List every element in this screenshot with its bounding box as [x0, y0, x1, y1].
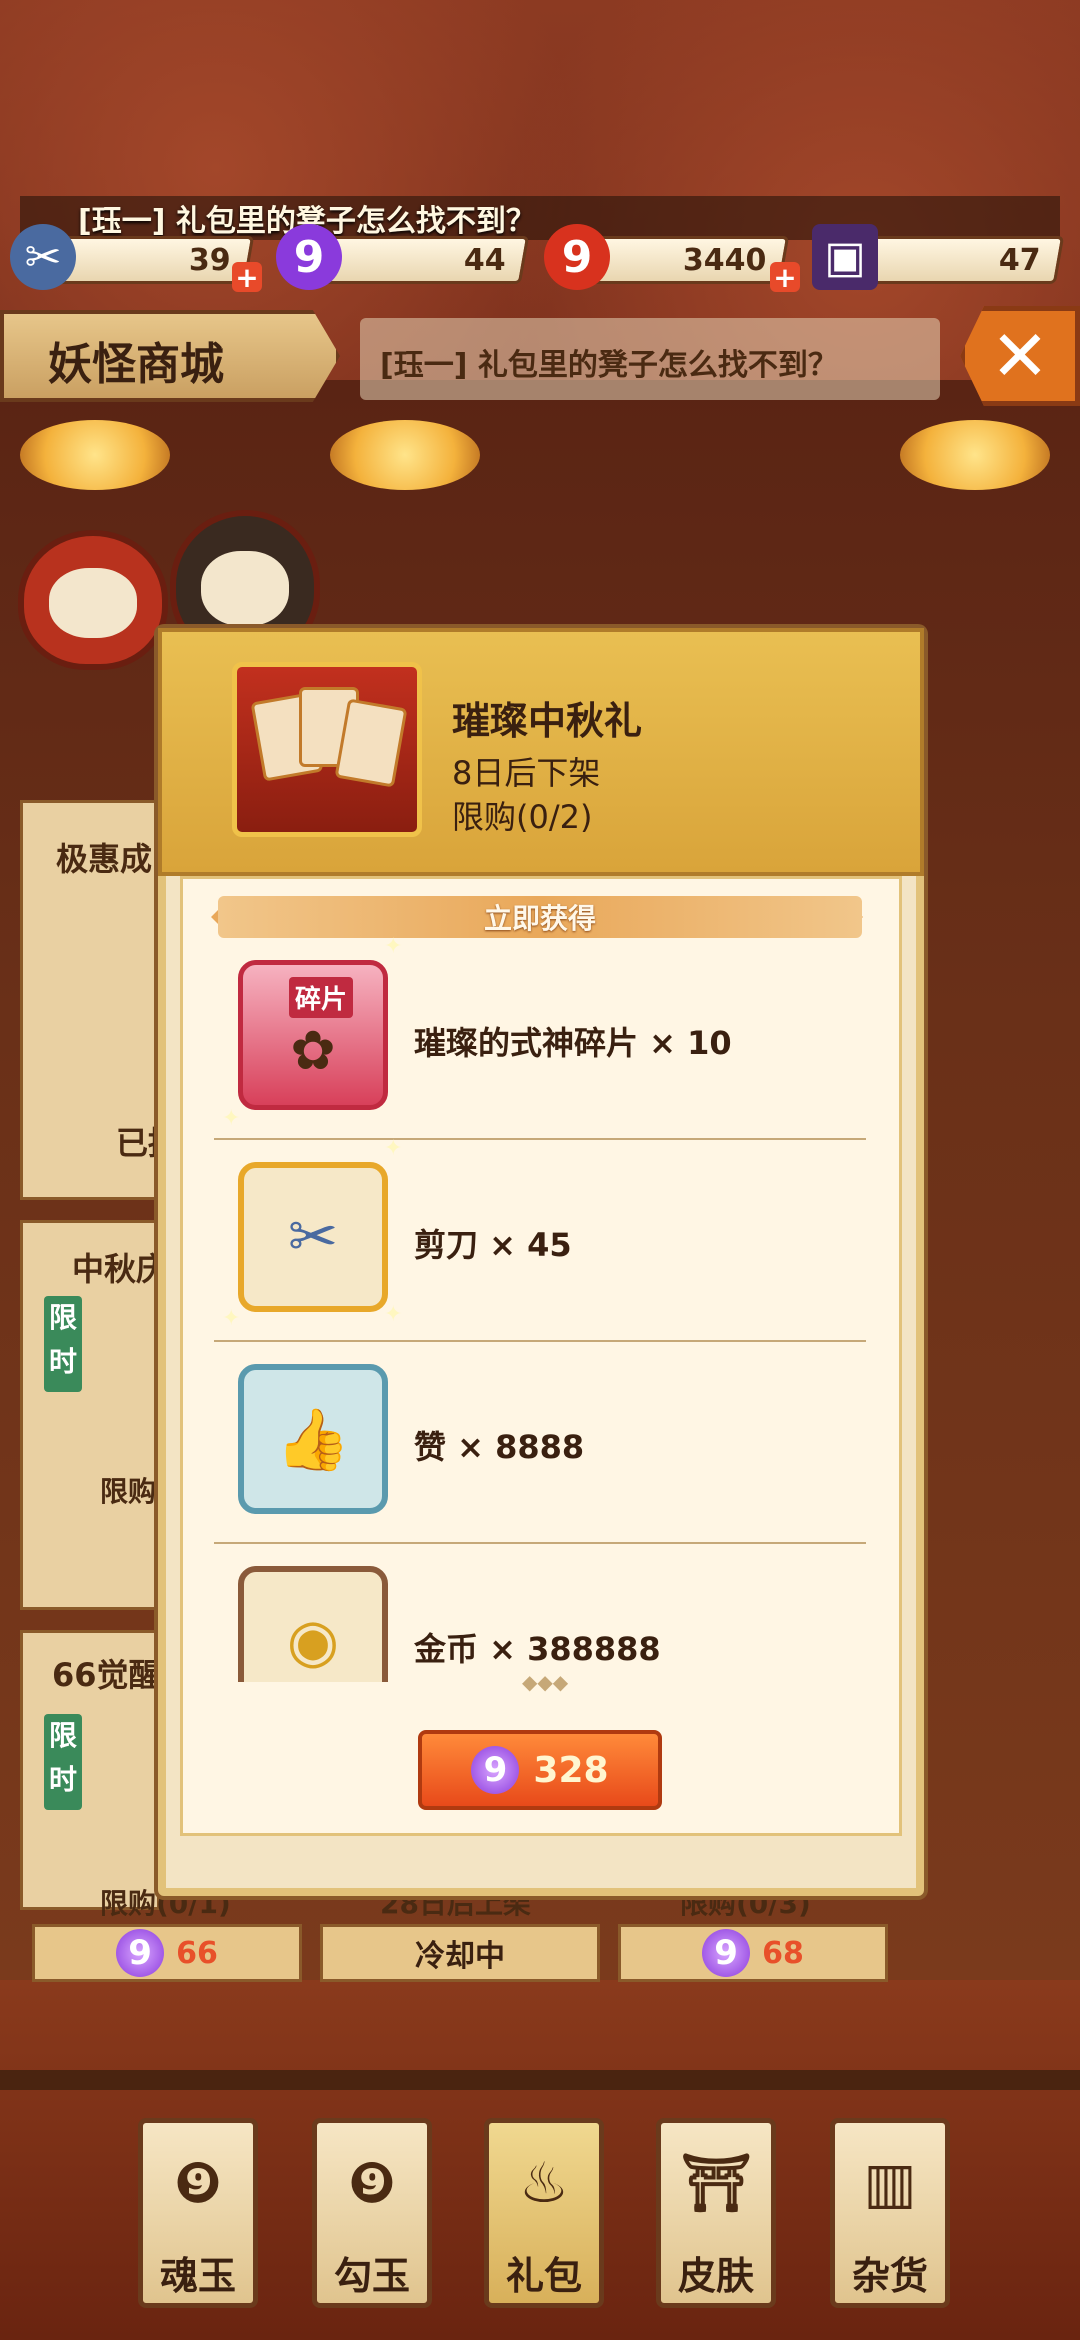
- purple-magatama-icon: 9: [471, 1746, 520, 1794]
- price-value: 68: [762, 1935, 804, 1971]
- add-scissors-button[interactable]: +: [232, 261, 262, 294]
- cooldown-label: 冷却中: [415, 1939, 505, 1974]
- ticket-icon: ▣: [812, 224, 878, 290]
- gold-coin-icon: ◉: [238, 1566, 388, 1682]
- tab-label: 勾玉: [333, 2254, 410, 2298]
- tab-gift-bag[interactable]: ♨ 礼包: [484, 2118, 604, 2308]
- nav-rail: [0, 2070, 1080, 2090]
- section-label: 立即获得: [483, 902, 596, 935]
- reward-item: 👍 赞 × 8888: [214, 1344, 866, 1544]
- reward-item: 碎片 ✿ 璀璨的式神碎片 × 10: [214, 940, 866, 1140]
- close-button[interactable]: ✕: [960, 306, 1080, 406]
- add-soul-jade-button[interactable]: +: [770, 261, 800, 294]
- section-banner: 立即获得: [218, 896, 862, 938]
- goods-icon: ▥: [863, 2150, 917, 2216]
- announcement-marquee: [珏一] 礼包里的凳子怎么找不到？: [360, 318, 940, 400]
- reward-list[interactable]: 碎片 ✿ 璀璨的式神碎片 × 10 ✂ 剪刀 × 45 👍 赞 × 8888 ◉…: [214, 940, 866, 1682]
- shikigami-fragment-icon: 碎片 ✿: [238, 960, 388, 1110]
- price-button[interactable]: 9 66: [32, 1924, 302, 1982]
- limited-badge: 限时: [44, 1714, 82, 1810]
- thumbs-up-card-icon: 👍: [238, 1364, 388, 1514]
- fragment-badge: 碎片: [289, 977, 354, 1018]
- scissors-icon: ✂: [10, 224, 76, 290]
- tab-label: 杂货: [851, 2254, 928, 2298]
- sparkle-icon: ✦: [384, 934, 403, 959]
- purple-magatama-icon: 9: [702, 1929, 751, 1977]
- cooldown-button[interactable]: 冷却中: [320, 1924, 600, 1982]
- limited-badge: 限时: [44, 1296, 82, 1392]
- shop-item-label: 极惠成: [56, 840, 153, 878]
- soul-jade-icon: ❾: [174, 2150, 222, 2216]
- reward-text: 剪刀 × 45: [414, 1226, 572, 1264]
- shop-title-plate: 妖怪商城: [0, 310, 340, 402]
- sparkle-icon: ✦: [384, 1302, 403, 1327]
- currency-magatama: 44: [310, 236, 530, 284]
- price-button[interactable]: 9 68: [618, 1924, 888, 1982]
- buy-button[interactable]: 9 328: [418, 1730, 662, 1810]
- scissors-icon: ✂: [238, 1162, 388, 1312]
- reward-item: ◉ 金币 × 388888: [214, 1546, 866, 1682]
- tab-magatama[interactable]: ❾ 勾玉: [312, 2118, 432, 2308]
- reward-item: ✂ 剪刀 × 45: [214, 1142, 866, 1342]
- list-end-ornament: ◆◆◆: [522, 1670, 569, 1694]
- currency-scissors: 39: [55, 236, 255, 284]
- red-magatama-icon: 9: [544, 224, 610, 290]
- gift-title: 璀璨中秋礼: [452, 699, 643, 743]
- purple-magatama-icon: 9: [276, 224, 342, 290]
- tab-label: 魂玉: [159, 2254, 236, 2298]
- shop-item-label: 66觉醒: [52, 1656, 161, 1694]
- sparkle-icon: ✦: [222, 1106, 241, 1131]
- shop-item-label: 中秋庆: [72, 1250, 169, 1288]
- magatama-icon: ❾: [348, 2150, 396, 2216]
- price-value: 66: [176, 1935, 218, 1971]
- reward-text: 璀璨的式神碎片 × 10: [414, 1024, 732, 1062]
- lantern: [330, 420, 480, 490]
- tab-goods[interactable]: ▥ 杂货: [830, 2118, 950, 2308]
- kimono-icon: ⛩: [680, 2151, 752, 2216]
- currency-soul-jade: 3440: [580, 236, 790, 284]
- page-title: 妖怪商城: [48, 339, 224, 390]
- close-icon: ✕: [990, 315, 1050, 397]
- currency-ticket: 47: [850, 236, 1065, 284]
- lantern: [20, 420, 170, 490]
- reward-text: 赞 × 8888: [414, 1428, 585, 1466]
- daruma-doll: [18, 530, 168, 670]
- gift-bag-icon: ♨: [518, 2150, 570, 2216]
- purple-magatama-icon: 9: [116, 1929, 165, 1977]
- buy-price: 328: [533, 1749, 609, 1791]
- tab-skins[interactable]: ⛩ 皮肤: [656, 2118, 776, 2308]
- tab-label: 礼包: [505, 2254, 582, 2298]
- gift-box-image: [232, 662, 422, 837]
- sparkle-icon: ✦: [222, 1306, 241, 1331]
- lantern: [900, 420, 1050, 490]
- gift-purchase-limit: 限购(0/2): [452, 798, 593, 836]
- tab-soul-jade[interactable]: ❾ 魂玉: [138, 2118, 258, 2308]
- gift-expiry: 8日后下架: [452, 754, 601, 792]
- reward-text: 金币 × 388888: [414, 1630, 661, 1668]
- sparkle-icon: ✦: [384, 1136, 403, 1161]
- tab-label: 皮肤: [677, 2254, 754, 2298]
